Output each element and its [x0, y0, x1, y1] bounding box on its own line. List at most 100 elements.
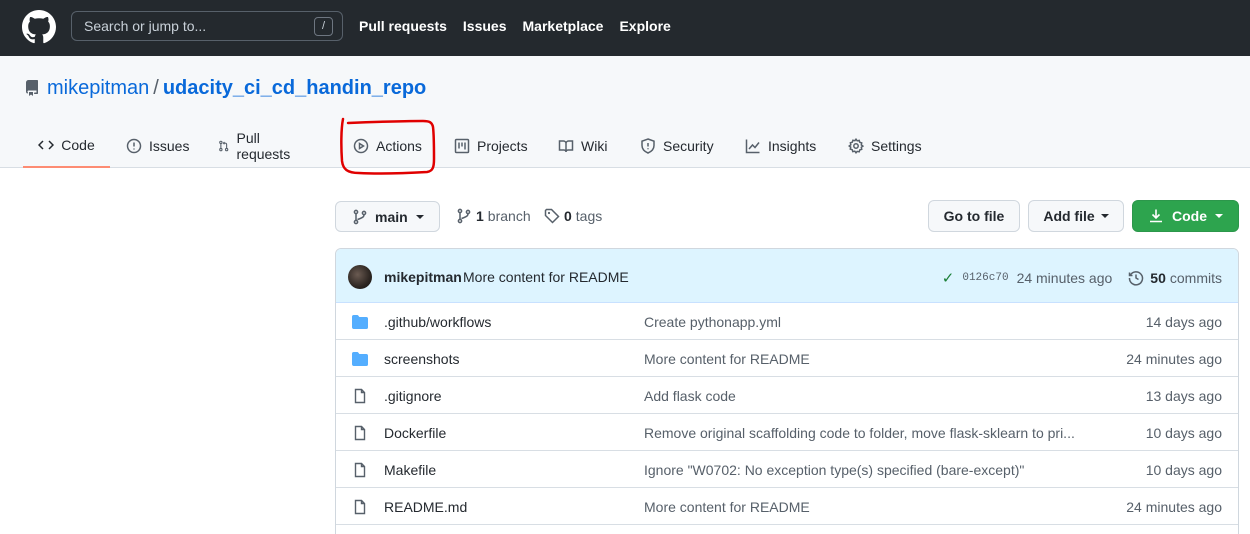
file-icon — [354, 499, 366, 515]
red-annotation-circle-icon — [340, 117, 436, 175]
commit-age: 24 minutes ago — [1016, 270, 1113, 286]
folder-icon — [352, 315, 368, 329]
check-icon[interactable]: ✓ — [942, 269, 955, 287]
search-shortcut-key: / — [314, 17, 333, 36]
nav-issues[interactable]: Issues — [463, 18, 507, 34]
file-name-link[interactable]: Dockerfile — [384, 425, 446, 441]
gear-icon — [848, 137, 864, 154]
tab-label: Insights — [768, 137, 817, 154]
code-button-label: Code — [1172, 208, 1207, 224]
tag-count: 0 — [564, 208, 572, 224]
file-age: 10 days ago — [1145, 462, 1222, 478]
branches-link[interactable]: 1 branch — [456, 208, 531, 224]
file-icon — [354, 388, 366, 404]
code-icon — [38, 139, 55, 150]
tab-label: Pull requests — [236, 129, 291, 162]
branch-select-button[interactable]: main — [335, 201, 440, 232]
tab-projects[interactable]: Projects — [454, 123, 528, 168]
nav-pull-requests[interactable]: Pull requests — [359, 18, 447, 34]
repo-title: mikepitman / udacity_ci_cd_handin_repo — [47, 77, 426, 100]
table-row: README.md More content for README 24 min… — [336, 488, 1238, 525]
file-icon — [354, 462, 366, 478]
repo-icon — [25, 80, 38, 96]
file-browser: mikepitman More content for README ✓ 012… — [335, 248, 1239, 534]
nav-explore[interactable]: Explore — [619, 18, 670, 34]
branch-name: main — [375, 208, 408, 225]
commit-sha-link[interactable]: 0126c70 — [962, 272, 1008, 284]
code-download-button[interactable]: Code — [1132, 200, 1239, 232]
repo-header: mikepitman / udacity_ci_cd_handin_repo Cod… — [0, 56, 1250, 168]
file-name-link[interactable]: Makefile — [384, 462, 436, 478]
branch-count-label: branch — [487, 208, 531, 224]
table-row: .github/workflows Create pythonapp.yml 1… — [336, 303, 1238, 340]
file-commit-message-link[interactable]: More content for README — [644, 351, 810, 367]
commits-link[interactable]: 50 commits — [1128, 270, 1222, 286]
file-commit-message-link[interactable]: Ignore "W0702: No exception type(s) spec… — [644, 462, 1024, 478]
search-placeholder: Search or jump to... — [84, 18, 207, 34]
commit-message-link[interactable]: More content for README — [463, 269, 629, 285]
file-commit-message-link[interactable]: Remove original scaffolding code to fold… — [644, 425, 1075, 441]
tab-label: Wiki — [581, 137, 608, 154]
latest-commit-bar: mikepitman More content for README ✓ 012… — [336, 249, 1238, 303]
issue-icon — [126, 138, 142, 153]
tab-label: Issues — [149, 137, 190, 154]
add-file-button[interactable]: Add file — [1028, 200, 1124, 232]
file-commit-message-link[interactable]: Create pythonapp.yml — [644, 314, 781, 330]
commit-count: 50 — [1150, 270, 1166, 286]
file-age: 10 days ago — [1145, 425, 1222, 441]
tab-settings[interactable]: Settings — [848, 123, 922, 168]
github-logo-icon[interactable] — [22, 10, 56, 44]
git-branch-icon — [353, 209, 367, 224]
tags-link[interactable]: 0 tags — [544, 208, 602, 224]
commit-count-label: commits — [1169, 270, 1222, 286]
avatar[interactable] — [348, 265, 372, 289]
table-row: Dockerfile Remove original scaffolding c… — [336, 414, 1238, 451]
tab-label: Code — [61, 136, 95, 153]
pull-request-icon — [219, 140, 229, 151]
git-branch-icon — [457, 208, 471, 224]
commit-meta: ✓ 0126c70 24 minutes ago 50 commits — [942, 269, 1222, 287]
tag-icon — [544, 208, 560, 224]
file-name-link[interactable]: .gitignore — [384, 388, 442, 404]
chevron-down-icon — [1215, 214, 1223, 218]
file-age: 24 minutes ago — [1126, 351, 1222, 367]
file-age: 13 days ago — [1145, 388, 1222, 404]
table-row: .gitignore Add flask code 13 days ago — [336, 377, 1238, 414]
tab-pull-requests[interactable]: Pull requests — [218, 123, 295, 168]
file-age: 24 minutes ago — [1126, 499, 1222, 515]
add-file-label: Add file — [1043, 208, 1095, 224]
tab-code[interactable]: Code — [23, 123, 110, 168]
file-commit-message-link[interactable]: More content for README — [644, 499, 810, 515]
nav-marketplace[interactable]: Marketplace — [523, 18, 604, 34]
tab-label: Security — [663, 137, 714, 154]
tab-issues[interactable]: Issues — [126, 123, 189, 168]
table-row: screenshots More content for README 24 m… — [336, 340, 1238, 377]
tab-label: Settings — [871, 137, 922, 154]
branch-count: 1 — [476, 208, 484, 224]
repo-name-link[interactable]: udacity_ci_cd_handin_repo — [163, 77, 426, 99]
tab-security[interactable]: Security — [640, 123, 714, 168]
folder-icon — [352, 352, 368, 366]
download-icon — [1150, 209, 1162, 223]
book-icon — [558, 139, 574, 152]
file-name-link[interactable]: .github/workflows — [384, 314, 491, 330]
global-header: Search or jump to... / Pull requests Iss… — [0, 0, 1250, 56]
chevron-down-icon — [415, 214, 424, 219]
file-name-link[interactable]: README.md — [384, 499, 467, 515]
go-to-file-label: Go to file — [943, 208, 1005, 224]
search-input[interactable]: Search or jump to... / — [71, 11, 343, 41]
chevron-down-icon — [1100, 214, 1109, 218]
file-commit-message-link[interactable]: Add flask code — [644, 388, 736, 404]
tab-wiki[interactable]: Wiki — [558, 123, 607, 168]
table-row: Makefile Ignore "W0702: No exception typ… — [336, 451, 1238, 488]
file-name-link[interactable]: screenshots — [384, 351, 459, 367]
commit-author-link[interactable]: mikepitman — [384, 269, 462, 285]
file-age: 14 days ago — [1145, 314, 1222, 330]
history-icon — [1129, 271, 1144, 286]
go-to-file-button[interactable]: Go to file — [928, 200, 1020, 232]
tab-insights[interactable]: Insights — [745, 123, 816, 168]
graph-icon — [745, 139, 760, 153]
repo-owner-link[interactable]: mikepitman — [47, 77, 149, 99]
shield-icon — [641, 137, 655, 154]
tab-label: Projects — [477, 137, 528, 154]
